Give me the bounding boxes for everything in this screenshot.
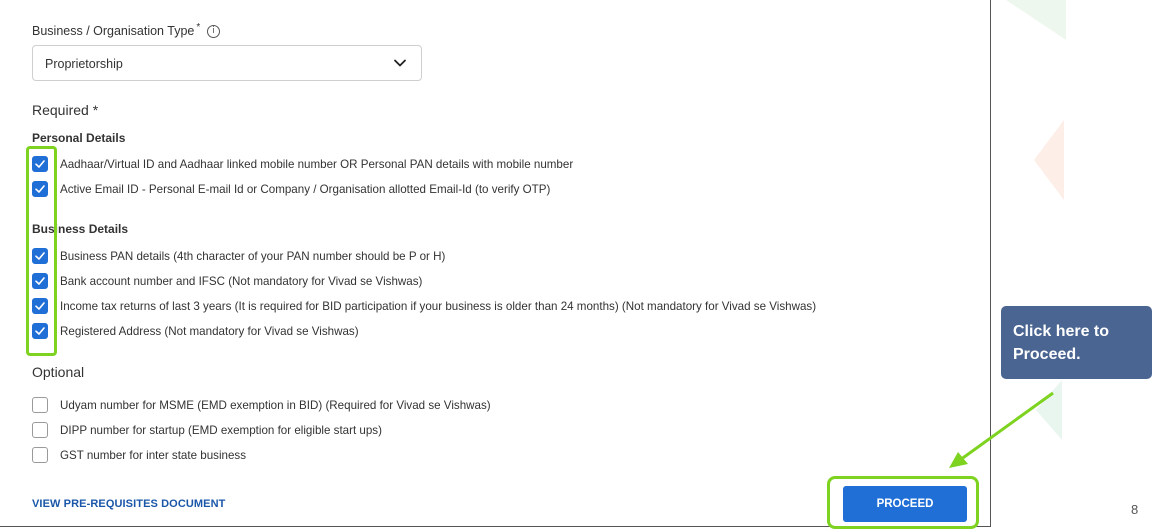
personal-details-item[interactable]: Active Email ID - Personal E-mail Id or … xyxy=(32,180,550,198)
callout-line-1: Click here to xyxy=(1013,323,1110,340)
business-details-item[interactable]: Registered Address (Not mandatory for Vi… xyxy=(32,322,359,340)
view-prerequisites-link[interactable]: VIEW PRE-REQUISITES DOCUMENT xyxy=(32,498,225,510)
checkbox-label: Business PAN details (4th character of y… xyxy=(60,249,446,263)
optional-item[interactable]: Udyam number for MSME (EMD exemption in … xyxy=(32,396,491,414)
checkbox-label: Registered Address (Not mandatory for Vi… xyxy=(60,324,359,338)
proceed-highlight-box xyxy=(827,476,979,529)
optional-item[interactable]: DIPP number for startup (EMD exemption f… xyxy=(32,421,382,439)
checkbox-label: Udyam number for MSME (EMD exemption in … xyxy=(60,398,491,412)
checkbox-highlight-box xyxy=(26,146,57,356)
personal-details-item[interactable]: Aadhaar/Virtual ID and Aadhaar linked mo… xyxy=(32,155,573,173)
checkbox-label: Active Email ID - Personal E-mail Id or … xyxy=(60,182,551,196)
business-details-item[interactable]: Business PAN details (4th character of y… xyxy=(32,247,445,265)
business-details-item[interactable]: Bank account number and IFSC (Not mandat… xyxy=(32,272,422,290)
business-details-item[interactable]: Income tax returns of last 3 years (It i… xyxy=(32,297,816,315)
background-decoration xyxy=(1034,120,1064,200)
required-asterisk: * xyxy=(196,22,201,33)
org-type-label: Business / Organisation Type * xyxy=(32,22,200,38)
required-section-title: Required * xyxy=(32,102,99,118)
instruction-callout: Click here to Proceed. xyxy=(1001,306,1152,379)
checkbox-label: Bank account number and IFSC (Not mandat… xyxy=(60,274,423,288)
checkbox-label: DIPP number for startup (EMD exemption f… xyxy=(60,423,382,437)
checkbox-label: Aadhaar/Virtual ID and Aadhaar linked mo… xyxy=(60,157,574,171)
info-icon[interactable]: i xyxy=(207,25,220,38)
org-type-select[interactable]: Proprietorship xyxy=(32,45,422,81)
checkbox-unchecked[interactable] xyxy=(32,447,48,463)
registration-form-panel: Business / Organisation Type * i Propriet… xyxy=(0,0,991,527)
checkbox-label: GST number for inter state business xyxy=(60,448,247,462)
optional-section-title: Optional xyxy=(32,364,85,380)
checkbox-unchecked[interactable] xyxy=(32,397,48,413)
checkbox-label: Income tax returns of last 3 years (It i… xyxy=(60,299,817,313)
arrow-pointer-icon xyxy=(949,391,1054,468)
checkbox-unchecked[interactable] xyxy=(32,422,48,438)
org-type-selected-value: Proprietorship xyxy=(45,57,123,71)
personal-details-title: Personal Details xyxy=(32,131,126,145)
org-type-label-text: Business / Organisation Type xyxy=(32,24,195,39)
chevron-down-icon xyxy=(394,59,406,67)
optional-item[interactable]: GST number for inter state business xyxy=(32,446,246,464)
background-decoration xyxy=(1006,0,1066,40)
callout-line-2: Proceed. xyxy=(1013,346,1081,363)
page-number: 8 xyxy=(1131,502,1139,517)
